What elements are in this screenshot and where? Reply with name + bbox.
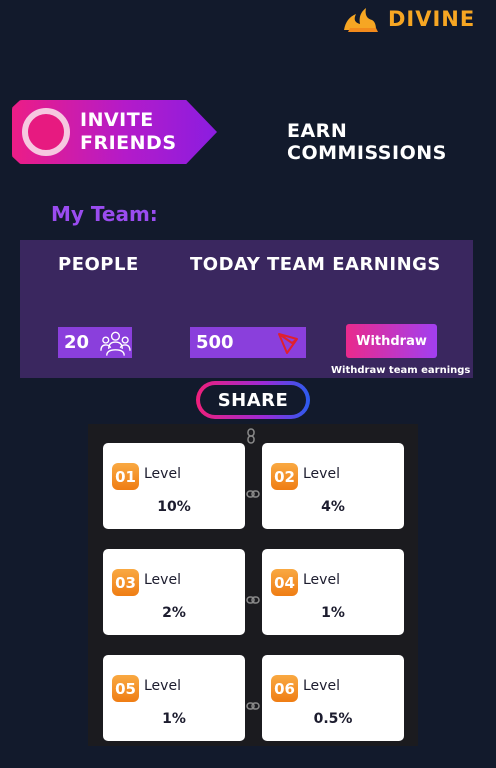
level-label: Level bbox=[144, 572, 181, 588]
levels-grid: 01 Level 10% 02 Level 4% 03 Level 2% 04 … bbox=[88, 424, 418, 746]
level-label: Level bbox=[303, 466, 340, 482]
level-card-5[interactable]: 05 Level 1% bbox=[103, 655, 245, 741]
level-number-badge: 02 bbox=[271, 463, 298, 490]
level-label: Level bbox=[303, 572, 340, 588]
chain-link-icon bbox=[246, 702, 260, 710]
today-earnings-label: TODAY TEAM EARNINGS bbox=[190, 254, 441, 275]
level-percent: 1% bbox=[162, 711, 186, 727]
level-percent: 1% bbox=[321, 605, 345, 621]
invite-friends-label: INVITE FRIENDS bbox=[80, 109, 177, 154]
invite-friends-button[interactable]: INVITE FRIENDS bbox=[12, 100, 217, 164]
people-count-box: 20 bbox=[58, 327, 132, 358]
level-card-2[interactable]: 02 Level 4% bbox=[262, 443, 404, 529]
earn-commissions-title: EARN COMMISSIONS bbox=[287, 120, 447, 164]
level-label: Level bbox=[144, 678, 181, 694]
tron-icon bbox=[278, 332, 298, 354]
level-number-badge: 04 bbox=[271, 569, 298, 596]
share-button[interactable]: SHARE bbox=[196, 381, 310, 419]
team-earnings-value: 500 bbox=[196, 332, 234, 353]
chain-link-icon bbox=[246, 490, 260, 498]
chain-link-icon bbox=[246, 596, 260, 604]
people-group-icon bbox=[100, 331, 131, 356]
level-number-badge: 03 bbox=[112, 569, 139, 596]
invite-ring-icon bbox=[22, 108, 70, 156]
flame-logo-icon bbox=[344, 8, 378, 32]
level-card-1[interactable]: 01 Level 10% bbox=[103, 443, 245, 529]
withdraw-button[interactable]: Withdraw bbox=[346, 324, 437, 358]
level-percent: 4% bbox=[321, 499, 345, 515]
brand-logo: DIVINE bbox=[342, 4, 475, 34]
level-percent: 10% bbox=[157, 499, 191, 515]
share-label: SHARE bbox=[200, 385, 306, 415]
level-number-badge: 01 bbox=[112, 463, 139, 490]
people-label: PEOPLE bbox=[58, 254, 139, 275]
level-percent: 2% bbox=[162, 605, 186, 621]
people-count: 20 bbox=[64, 332, 90, 353]
level-card-3[interactable]: 03 Level 2% bbox=[103, 549, 245, 635]
level-number-badge: 06 bbox=[271, 675, 298, 702]
level-card-4[interactable]: 04 Level 1% bbox=[262, 549, 404, 635]
level-percent: 0.5% bbox=[313, 711, 353, 727]
my-team-heading: My Team: bbox=[51, 202, 158, 226]
level-number-badge: 05 bbox=[112, 675, 139, 702]
chain-link-icon bbox=[247, 428, 255, 444]
withdraw-note: Withdraw team earnings bbox=[331, 365, 471, 376]
brand-name: DIVINE bbox=[388, 7, 476, 31]
level-label: Level bbox=[303, 678, 340, 694]
level-label: Level bbox=[144, 466, 181, 482]
team-panel: PEOPLE TODAY TEAM EARNINGS 20 500 Withdr… bbox=[20, 240, 473, 378]
level-card-6[interactable]: 06 Level 0.5% bbox=[262, 655, 404, 741]
team-earnings-box: 500 bbox=[190, 327, 306, 358]
